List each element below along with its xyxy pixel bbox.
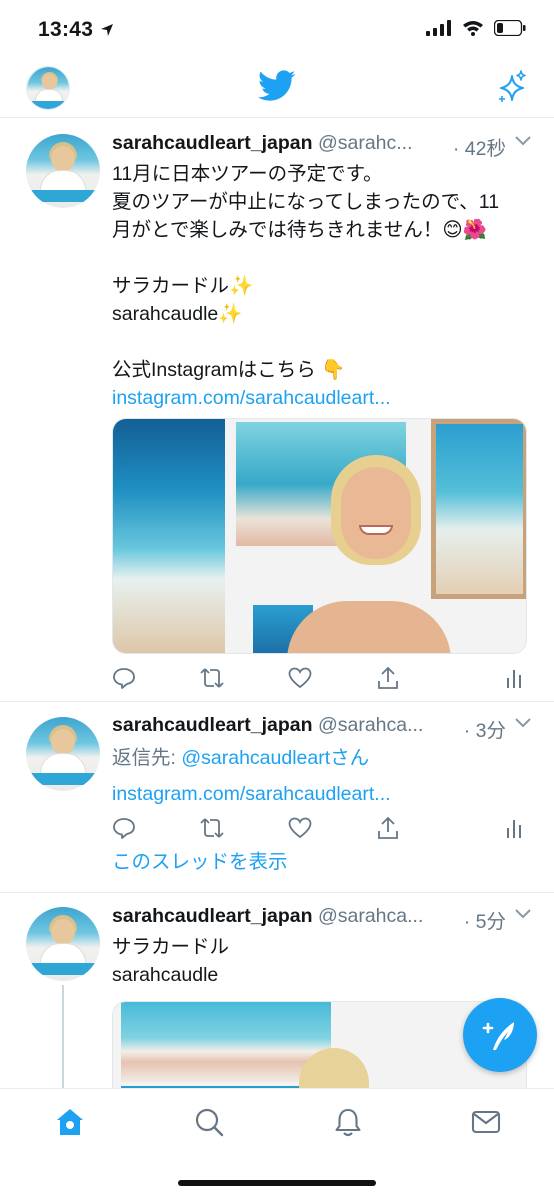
thread-connector-line [62, 985, 64, 1088]
home-indicator[interactable] [178, 1180, 376, 1186]
tweet-header: sarahcaudleart_japan @sarahca... · 5分 [112, 905, 532, 933]
retweet-icon[interactable] [199, 666, 225, 690]
tweet-text: サラカードル sarahcaudle [112, 933, 532, 989]
tweet-text-line: 公式Instagramはこちら 👇 [112, 359, 346, 381]
compose-tweet-button[interactable] [463, 998, 537, 1072]
twitter-bird-icon [258, 70, 296, 101]
reply-icon[interactable] [112, 816, 136, 840]
timestamp: · 5分 [459, 905, 506, 933]
timestamp: · 3分 [459, 714, 506, 742]
avatar [27, 67, 69, 109]
tweet-text-line: サラカードル✨ [112, 275, 254, 297]
tweet-actions [110, 666, 530, 694]
tweet-text-line: sarahcaudle✨ [112, 303, 243, 325]
chevron-down-icon[interactable] [514, 135, 532, 147]
battery-icon [494, 20, 526, 36]
location-arrow-icon [101, 24, 113, 36]
like-icon[interactable] [288, 666, 312, 690]
tweet-text-line: 月がとで楽しみでは待ちきれません！😊🌺 [112, 219, 487, 241]
wifi-icon [463, 21, 483, 36]
tweet-actions [110, 816, 530, 844]
reply-suffix: さん [330, 747, 370, 769]
search-icon[interactable] [194, 1107, 224, 1137]
analytics-icon[interactable] [506, 816, 522, 840]
tweet-link[interactable]: instagram.com/sarahcaudleart... [112, 780, 532, 808]
handle: @sarahca... [317, 714, 424, 736]
chevron-down-icon[interactable] [514, 908, 532, 920]
tweet-media-image[interactable] [112, 418, 527, 654]
handle: @sarahc... [317, 132, 413, 154]
display-name[interactable]: sarahcaudleart_japan [112, 905, 313, 927]
top-navigation-bar [0, 60, 554, 118]
tweet[interactable]: sarahcaudleart_japan @sarahca... · 3分 返信… [0, 702, 554, 892]
tweet-text: 11月に日本ツアーの予定です。 夏のツアーが中止になってしまったので、11 月が… [112, 160, 532, 412]
sparkle-icon[interactable] [496, 70, 528, 104]
handle: @sarahca... [317, 905, 424, 927]
reply-prefix: 返信先: [112, 747, 182, 769]
status-bar: 13:43 [0, 0, 554, 60]
share-icon[interactable] [376, 666, 400, 690]
share-icon[interactable] [376, 816, 400, 840]
timestamp: · 42秒 [448, 132, 506, 160]
reply-icon[interactable] [112, 666, 136, 690]
avatar[interactable] [26, 134, 100, 208]
tweet-text-line: サラカードル [112, 936, 230, 958]
avatar[interactable] [26, 717, 100, 791]
tweet-header: sarahcaudleart_japan @sarahc... · 42秒 [112, 132, 532, 160]
tweet-text-line: sarahcaudle [112, 964, 219, 986]
tweet-link[interactable]: instagram.com/sarahcaudleart... [112, 384, 532, 412]
display-name[interactable]: sarahcaudleart_japan [112, 132, 313, 154]
reply-context: 返信先: @sarahcaudleartさん [112, 744, 532, 772]
analytics-icon[interactable] [506, 666, 522, 690]
home-icon[interactable] [55, 1107, 85, 1137]
status-time: 13:43 [38, 18, 94, 41]
show-thread-link[interactable]: このスレッドを表示 [112, 848, 532, 876]
tweet-header: sarahcaudleart_japan @sarahca... · 3分 [112, 714, 532, 742]
tweet-text-line: 夏のツアーが中止になってしまったので、11 [112, 191, 500, 213]
retweet-icon[interactable] [199, 816, 225, 840]
tweet-text: 返信先: @sarahcaudleartさん instagram.com/sar… [112, 744, 532, 808]
avatar[interactable] [26, 907, 100, 981]
cellular-signal-icon [426, 20, 451, 36]
notifications-icon[interactable] [333, 1107, 363, 1137]
tweet-text-line: 11月に日本ツアーの予定です。 [112, 163, 383, 185]
reply-to-link[interactable]: @sarahcaudleart [181, 747, 330, 769]
chevron-down-icon[interactable] [514, 717, 532, 729]
display-name[interactable]: sarahcaudleart_japan [112, 714, 313, 736]
profile-avatar-button[interactable] [26, 66, 70, 110]
tweet[interactable]: sarahcaudleart_japan @sarahc... · 42秒 11… [0, 118, 554, 702]
messages-icon[interactable] [471, 1107, 501, 1137]
like-icon[interactable] [288, 816, 312, 840]
compose-tweet-icon [482, 1022, 514, 1050]
